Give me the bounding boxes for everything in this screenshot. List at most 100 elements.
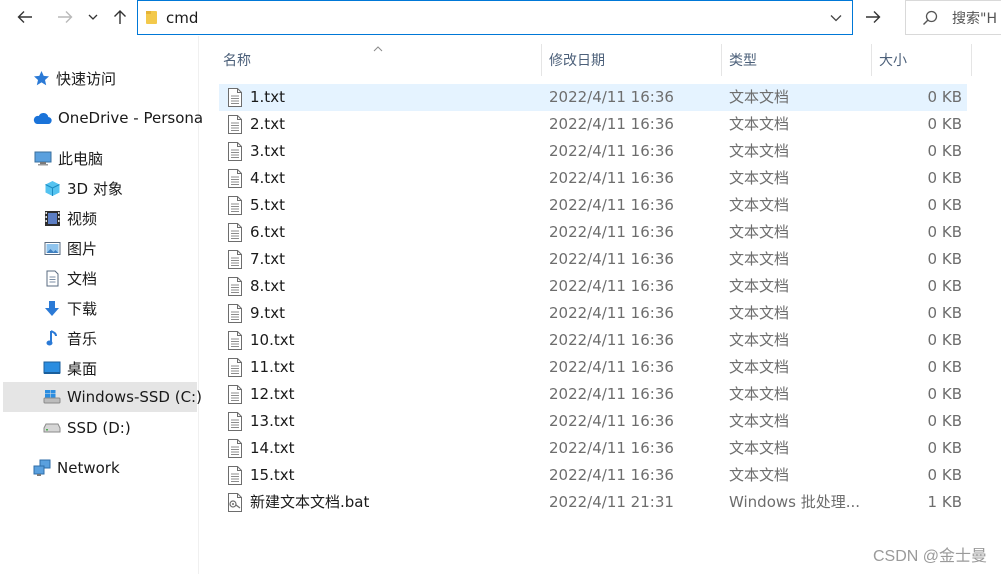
up-button[interactable]: [106, 3, 134, 31]
file-row[interactable]: 4.txt 2022/4/11 16:36 文本文档 0 KB: [219, 165, 967, 192]
file-name: 6.txt: [250, 223, 285, 241]
sidebar-item-label: 快速访问: [56, 69, 117, 88]
sidebar-item-label: 文档: [67, 269, 98, 288]
file-date-modified: 2022/4/11 16:36: [549, 331, 674, 349]
arrow-right-icon: [58, 11, 73, 23]
sidebar-item-label: Windows-SSD (C:): [67, 388, 202, 406]
arrow-up-icon: [114, 10, 126, 24]
sidebar-item-ssd-d[interactable]: SSD (D:): [43, 413, 193, 443]
arrow-right-icon: [866, 11, 881, 23]
file-date-modified: 2022/4/11 16:36: [549, 277, 674, 295]
file-date-modified: 2022/4/11 16:36: [549, 304, 674, 322]
file-type: 文本文档: [729, 385, 790, 403]
file-size: 0 KB: [927, 115, 962, 133]
text-file-icon: [227, 439, 243, 458]
file-size: 0 KB: [927, 250, 962, 268]
text-file-icon: [227, 304, 243, 323]
file-row[interactable]: 2.txt 2022/4/11 16:36 文本文档 0 KB: [219, 111, 967, 138]
file-type: 文本文档: [729, 169, 790, 187]
download-arrow-icon: [43, 299, 61, 317]
desktop-icon: [43, 359, 61, 377]
file-date-modified: 2022/4/11 16:36: [549, 196, 674, 214]
file-type: 文本文档: [729, 358, 790, 376]
file-row[interactable]: 15.txt 2022/4/11 16:36 文本文档 0 KB: [219, 462, 967, 489]
sidebar-item-onedrive[interactable]: OneDrive - Persona: [32, 103, 203, 133]
text-file-icon: [227, 196, 243, 215]
sidebar-item-label: 下载: [67, 299, 98, 318]
sidebar-item-windows-ssd-c[interactable]: Windows-SSD (C:): [3, 382, 202, 412]
file-size: 0 KB: [927, 466, 962, 484]
file-name: 5.txt: [250, 196, 285, 214]
file-row[interactable]: 1.txt 2022/4/11 16:36 文本文档 0 KB: [219, 84, 967, 111]
file-date-modified: 2022/4/11 16:36: [549, 385, 674, 403]
text-file-icon: [227, 88, 243, 107]
file-row[interactable]: 7.txt 2022/4/11 16:36 文本文档 0 KB: [219, 246, 967, 273]
file-row[interactable]: 5.txt 2022/4/11 16:36 文本文档 0 KB: [219, 192, 967, 219]
file-name: 10.txt: [250, 331, 295, 349]
file-name: 7.txt: [250, 250, 285, 268]
file-type: 文本文档: [729, 466, 790, 484]
file-row[interactable]: 13.txt 2022/4/11 16:36 文本文档 0 KB: [219, 408, 967, 435]
file-type: 文本文档: [729, 304, 790, 322]
file-type: 文本文档: [729, 250, 790, 268]
sidebar-item-music[interactable]: 音乐: [43, 323, 193, 353]
search-placeholder: 搜索"H: [952, 10, 997, 27]
sidebar-item-videos[interactable]: 视频: [43, 203, 193, 233]
network-icon: [33, 459, 51, 477]
file-size: 0 KB: [927, 223, 962, 241]
address-bar[interactable]: cmd: [137, 0, 853, 35]
sidebar-item-label: 音乐: [67, 329, 98, 348]
file-row[interactable]: 8.txt 2022/4/11 16:36 文本文档 0 KB: [219, 273, 967, 300]
text-file-icon: [227, 466, 243, 485]
forward-button[interactable]: [48, 3, 82, 31]
file-name: 8.txt: [250, 277, 285, 295]
drive-icon: [43, 419, 61, 437]
file-row[interactable]: 14.txt 2022/4/11 16:36 文本文档 0 KB: [219, 435, 967, 462]
search-box[interactable]: 搜索"H: [905, 0, 1001, 35]
sidebar-item-downloads[interactable]: 下载: [43, 293, 193, 323]
sidebar-item-desktop[interactable]: 桌面: [43, 353, 193, 383]
file-row[interactable]: 新建文本文档.bat 2022/4/11 21:31 Windows 批处理... 1…: [219, 489, 967, 516]
sidebar-item-documents[interactable]: 文档: [43, 263, 193, 293]
file-row[interactable]: 11.txt 2022/4/11 16:36 文本文档 0 KB: [219, 354, 967, 381]
file-date-modified: 2022/4/11 16:36: [549, 358, 674, 376]
sidebar-item-label: 此电脑: [58, 149, 104, 168]
sidebar-item-label: SSD (D:): [67, 419, 131, 437]
column-header-type[interactable]: 类型: [722, 44, 870, 76]
chevron-down-icon: [88, 14, 98, 20]
file-name: 15.txt: [250, 466, 295, 484]
column-header-name[interactable]: 名称: [219, 44, 540, 76]
file-type: 文本文档: [729, 88, 790, 106]
file-row[interactable]: 10.txt 2022/4/11 16:36 文本文档 0 KB: [219, 327, 967, 354]
cloud-icon: [32, 109, 52, 127]
arrow-left-icon: [17, 11, 32, 23]
sidebar-item-network[interactable]: Network: [33, 453, 193, 483]
column-header-date-modified[interactable]: 修改日期: [542, 44, 720, 76]
recent-locations-button[interactable]: [84, 3, 102, 31]
back-button[interactable]: [8, 3, 42, 31]
windows-drive-icon: [43, 388, 61, 406]
refresh-go-button[interactable]: [858, 3, 888, 31]
file-name: 13.txt: [250, 412, 295, 430]
file-date-modified: 2022/4/11 16:36: [549, 169, 674, 187]
sidebar-item-this-pc[interactable]: 此电脑: [34, 143, 194, 173]
address-dropdown-button[interactable]: [830, 10, 842, 26]
column-divider[interactable]: [971, 44, 972, 76]
file-row[interactable]: 12.txt 2022/4/11 16:36 文本文档 0 KB: [219, 381, 967, 408]
sidebar-item-label: 桌面: [67, 359, 98, 378]
sidebar-item-quick-access[interactable]: 快速访问: [32, 63, 192, 93]
file-type: 文本文档: [729, 277, 790, 295]
file-size: 0 KB: [927, 304, 962, 322]
text-file-icon: [227, 250, 243, 269]
folder-icon: [145, 10, 159, 26]
sidebar-item-3d-objects[interactable]: 3D 对象: [43, 173, 193, 203]
file-row[interactable]: 6.txt 2022/4/11 16:36 文本文档 0 KB: [219, 219, 967, 246]
file-type: 文本文档: [729, 196, 790, 214]
file-row[interactable]: 9.txt 2022/4/11 16:36 文本文档 0 KB: [219, 300, 967, 327]
file-row[interactable]: 3.txt 2022/4/11 16:36 文本文档 0 KB: [219, 138, 967, 165]
column-header-size[interactable]: 大小: [872, 44, 970, 76]
text-file-icon: [227, 412, 243, 431]
sidebar-item-pictures[interactable]: 图片: [43, 233, 193, 263]
file-type: 文本文档: [729, 439, 790, 457]
file-name: 11.txt: [250, 358, 295, 376]
